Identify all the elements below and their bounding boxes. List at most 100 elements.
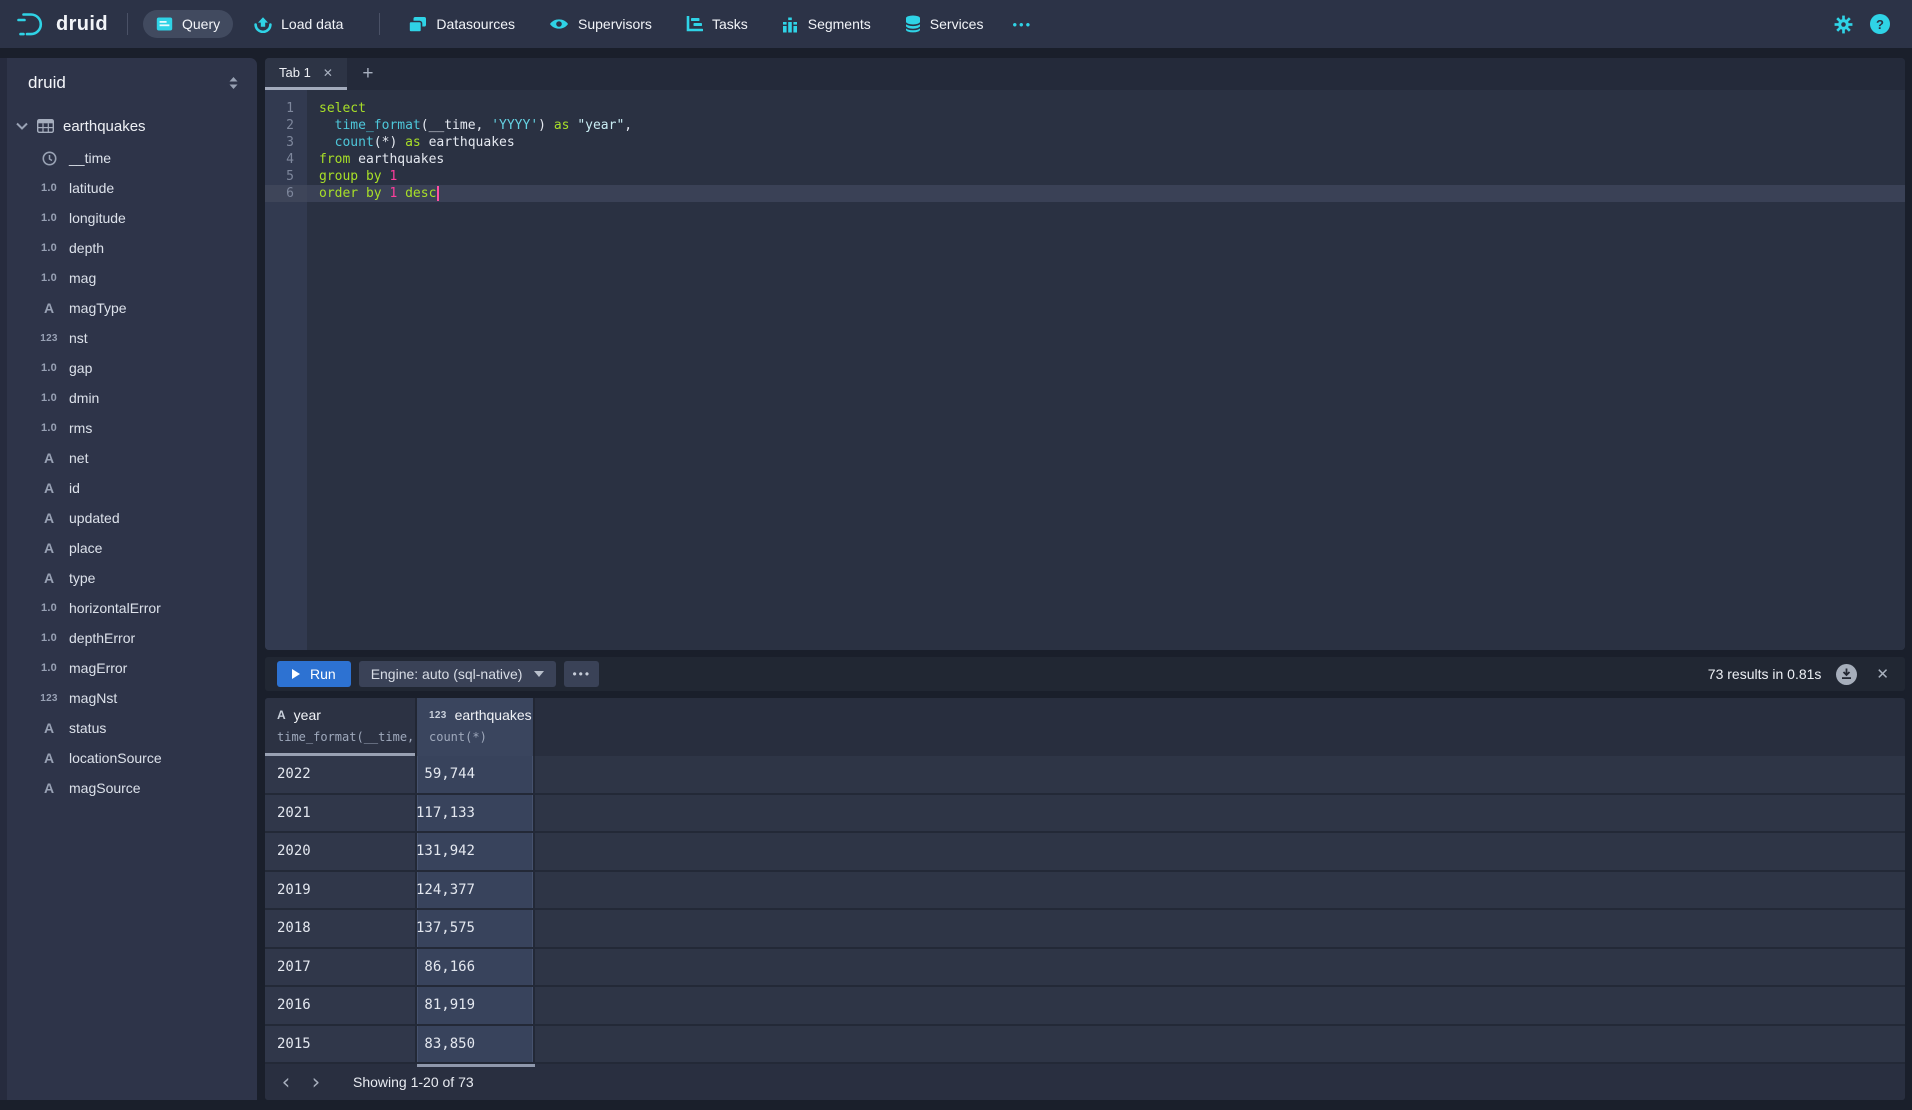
cell-year[interactable]: 2022 [265, 756, 417, 793]
float-type-icon: 1.0 [36, 182, 62, 194]
sidebar-table-earthquakes[interactable]: earthquakes [16, 113, 257, 139]
sidebar-column-magSource[interactable]: AmagSource [0, 773, 257, 803]
schema-title: druid [28, 73, 66, 93]
stacked-chart-icon [782, 16, 799, 33]
database-icon [905, 15, 921, 33]
cell-year[interactable]: 2017 [265, 949, 417, 986]
table-icon [37, 119, 54, 133]
float-type-icon: 1.0 [36, 602, 62, 614]
sidebar-column-place[interactable]: Aplace [0, 533, 257, 563]
nav-item-label: Query [182, 16, 220, 32]
nav-divider [379, 13, 380, 35]
column-highlight-bar [417, 1064, 535, 1067]
run-button[interactable]: Run [277, 661, 351, 687]
column-header-year[interactable]: A year time_format(__time, … [265, 698, 417, 756]
nav-item-query[interactable]: Query [143, 10, 233, 38]
float-type-icon: 1.0 [36, 272, 62, 284]
clock-icon [36, 151, 62, 166]
tab-close-icon[interactable]: ✕ [323, 66, 333, 80]
download-results-icon[interactable] [1836, 664, 1857, 685]
sidebar-column-magType[interactable]: AmagType [0, 293, 257, 323]
sidebar-column-gap[interactable]: 1.0gap [0, 353, 257, 383]
column-header-earthquakes[interactable]: 123 earthquakes count(*) [417, 698, 535, 756]
sidebar-column-depthError[interactable]: 1.0depthError [0, 623, 257, 653]
row-filler [535, 833, 1905, 870]
sort-columns-icon[interactable] [228, 76, 239, 90]
sidebar-scrollbar[interactable] [0, 58, 7, 1100]
topnav-right: ? [1834, 14, 1896, 34]
engine-select-button[interactable]: Engine: auto (sql-native) [359, 661, 557, 687]
sidebar-column-magError[interactable]: 1.0magError [0, 653, 257, 683]
query-more-button[interactable]: ••• [564, 661, 599, 687]
sidebar-column-latitude[interactable]: 1.0 latitude [0, 173, 257, 203]
datasources-icon [408, 16, 427, 33]
add-tab-button[interactable]: + [347, 58, 389, 90]
cell-earthquakes[interactable]: 117,133 [417, 795, 535, 832]
cell-earthquakes[interactable]: 83,850 [417, 1026, 535, 1063]
float-type-icon: 1.0 [36, 242, 62, 254]
cell-year[interactable]: 2021 [265, 795, 417, 832]
float-type-icon: 1.0 [36, 362, 62, 374]
cell-year[interactable]: 2016 [265, 987, 417, 1024]
cell-earthquakes[interactable]: 124,377 [417, 872, 535, 909]
cell-earthquakes[interactable]: 137,575 [417, 910, 535, 947]
sidebar-column-rms[interactable]: 1.0rms [0, 413, 257, 443]
druid-logo[interactable]: druid [16, 11, 108, 38]
sidebar-column-locationSource[interactable]: AlocationSource [0, 743, 257, 773]
sidebar-column-id[interactable]: Aid [0, 473, 257, 503]
table-row: 2019124,377 [265, 872, 1905, 911]
sql-editor[interactable]: 1select2 time_format(__time, 'YYYY') as … [265, 90, 1905, 650]
cell-year[interactable]: 2020 [265, 833, 417, 870]
table-name: earthquakes [63, 118, 146, 135]
nav-item-supervisors[interactable]: Supervisors [536, 10, 665, 38]
cell-earthquakes[interactable]: 59,744 [417, 756, 535, 793]
code-text: time_format(__time, 'YYYY') as "year", [307, 117, 632, 134]
cell-year[interactable]: 2015 [265, 1026, 417, 1063]
sidebar-column-mag[interactable]: 1.0mag [0, 263, 257, 293]
column-name: updated [69, 510, 120, 526]
nav-item-segments[interactable]: Segments [769, 10, 884, 39]
sidebar-column-type[interactable]: Atype [0, 563, 257, 593]
tab-query-1[interactable]: Tab 1 ✕ [265, 58, 347, 90]
help-icon[interactable]: ? [1870, 14, 1890, 34]
row-filler [535, 872, 1905, 909]
sidebar-column-updated[interactable]: Aupdated [0, 503, 257, 533]
nav-more-button[interactable]: ••• [1004, 11, 1040, 38]
runbar-right: 73 results in 0.81s ✕ [1708, 664, 1893, 685]
column-name: depthError [69, 630, 135, 646]
table-row: 201583,850 [265, 1026, 1905, 1065]
next-page-button[interactable]: › [301, 1067, 331, 1097]
chevron-down-icon [16, 122, 28, 130]
sidebar-column-nst[interactable]: 123nst [0, 323, 257, 353]
cell-earthquakes[interactable]: 86,166 [417, 949, 535, 986]
code-text: count(*) as earthquakes [307, 134, 515, 151]
nav-item-datasources[interactable]: Datasources [395, 10, 528, 39]
code-line: 6order by 1 desc [265, 185, 1905, 202]
nav-item-tasks[interactable]: Tasks [673, 10, 761, 38]
float-type-icon: 1.0 [36, 392, 62, 404]
column-name: place [69, 540, 102, 556]
sidebar-column-dmin[interactable]: 1.0dmin [0, 383, 257, 413]
sidebar-column-net[interactable]: Anet [0, 443, 257, 473]
close-results-icon[interactable]: ✕ [1872, 665, 1893, 683]
sidebar-column-longitude[interactable]: 1.0longitude [0, 203, 257, 233]
schema-sidebar: druid [0, 58, 257, 1100]
cell-earthquakes[interactable]: 81,919 [417, 987, 535, 1024]
column-name: latitude [69, 180, 114, 196]
sidebar-column-__time[interactable]: __time [0, 143, 257, 173]
string-type-icon: A [36, 450, 62, 466]
sidebar-column-horizontalError[interactable]: 1.0horizontalError [0, 593, 257, 623]
code-line: 1select [265, 100, 1905, 117]
settings-gear-icon[interactable] [1834, 15, 1853, 34]
cell-year[interactable]: 2018 [265, 910, 417, 947]
sidebar-column-magNst[interactable]: 123magNst [0, 683, 257, 713]
sidebar-column-status[interactable]: Astatus [0, 713, 257, 743]
nav-item-load-data[interactable]: Load data [241, 10, 356, 39]
play-icon [292, 669, 300, 679]
cell-earthquakes[interactable]: 131,942 [417, 833, 535, 870]
sidebar-column-depth[interactable]: 1.0depth [0, 233, 257, 263]
nav-item-services[interactable]: Services [892, 9, 997, 39]
cell-year[interactable]: 2019 [265, 872, 417, 909]
string-type-icon: A [36, 480, 62, 496]
prev-page-button[interactable]: ‹ [271, 1067, 301, 1097]
